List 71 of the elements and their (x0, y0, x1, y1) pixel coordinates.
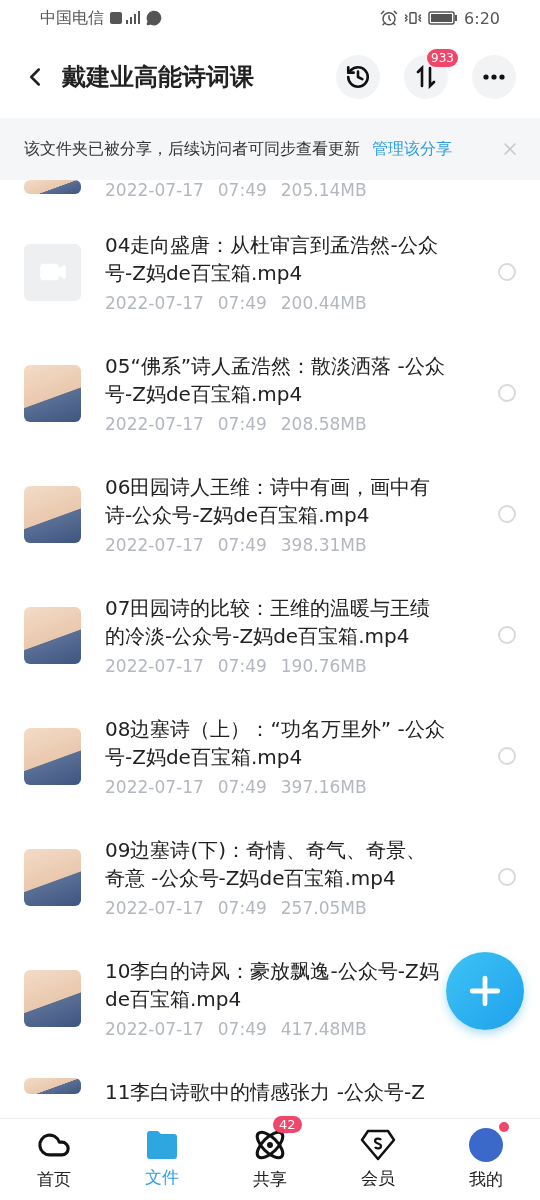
file-date: 2022-07-17 (105, 180, 204, 200)
tab-item[interactable]: 首页 (0, 1119, 108, 1200)
folder-icon (145, 1130, 179, 1160)
file-date: 2022-07-17 (105, 293, 204, 313)
file-time: 07:49 (217, 656, 267, 676)
tab-item[interactable]: 42 共享 (216, 1119, 324, 1200)
transfer-arrows-icon (414, 65, 438, 89)
file-date: 2022-07-17 (105, 1019, 204, 1039)
file-time: 07:49 (217, 293, 267, 313)
file-size: 398.31MB (280, 535, 367, 555)
select-radio[interactable] (498, 747, 516, 765)
select-radio[interactable] (498, 263, 516, 281)
avatar-icon (469, 1128, 503, 1162)
file-name[interactable]: 11李白诗歌中的情感张力 -公众号-Z (105, 1078, 445, 1106)
file-date: 2022-07-17 (105, 414, 204, 434)
photo-placeholder (24, 485, 81, 543)
photo-placeholder (24, 606, 81, 664)
file-time: 07:49 (217, 1019, 267, 1039)
battery-icon (428, 11, 459, 25)
atom-icon (253, 1128, 287, 1162)
file-name[interactable]: 09边塞诗(下)：奇情、奇气、奇景、奇意 -公众号-Z妈de百宝箱.mp4 (105, 836, 445, 892)
notification-badge: 933 (427, 49, 458, 67)
file-size: 208.58MB (280, 414, 367, 434)
photo-placeholder (24, 180, 81, 194)
photo-placeholder (24, 848, 81, 906)
file-time: 07:49 (217, 180, 267, 200)
count-badge: 42 (273, 1116, 302, 1133)
file-time: 07:49 (217, 535, 267, 555)
photo-placeholder (24, 969, 81, 1027)
photo-placeholder (24, 1078, 81, 1094)
file-date: 2022-07-17 (105, 898, 204, 918)
add-button[interactable] (446, 952, 524, 1030)
diamond-icon (360, 1129, 396, 1161)
more-icon (483, 74, 505, 80)
clock-time: 6:20 (464, 8, 500, 28)
file-size: 205.14MB (280, 180, 367, 200)
alarm-icon (380, 9, 399, 27)
file-name[interactable]: 06田园诗人王维：诗中有画，画中有诗-公众号-Z妈de百宝箱.mp4 (105, 473, 445, 529)
file-size: 397.16MB (280, 777, 367, 797)
file-date: 2022-07-17 (105, 777, 204, 797)
select-radio[interactable] (498, 868, 516, 886)
carrier-name: 中国电信 (40, 7, 104, 29)
history-button[interactable] (336, 55, 380, 99)
select-radio[interactable] (498, 626, 516, 644)
file-size: 190.76MB (280, 656, 367, 676)
history-icon (345, 64, 371, 90)
share-notice-text: 该文件夹已被分享，后续访问者可同步查看更新 (24, 138, 360, 160)
tab-item[interactable]: 会员 (324, 1119, 432, 1200)
file-date: 2022-07-17 (105, 656, 204, 676)
file-time: 07:49 (217, 414, 267, 434)
vibrate-icon (404, 9, 423, 27)
file-size: 200.44MB (280, 293, 367, 313)
file-date: 2022-07-17 (105, 535, 204, 555)
file-name[interactable]: 10李白的诗风：豪放飘逸-公众号-Z妈de百宝箱.mp4 (105, 957, 445, 1013)
tab-item[interactable]: 我的 (432, 1119, 540, 1200)
file-size: 257.05MB (280, 898, 367, 918)
file-name[interactable]: 05“佛系”诗人孟浩然：散淡洒落 -公众号-Z妈de百宝箱.mp4 (105, 352, 445, 408)
photo-placeholder (24, 727, 81, 785)
file-name[interactable]: 08边塞诗（上）：“功名万里外” -公众号-Z妈de百宝箱.mp4 (105, 715, 445, 771)
folder-title: 戴建业高能诗词课 (62, 62, 255, 93)
file-name[interactable]: 04走向盛唐：从杜审言到孟浩然-公众号-Z妈de百宝箱.mp4 (105, 231, 445, 287)
more-button[interactable] (472, 55, 516, 99)
signal-icon (110, 11, 140, 25)
chat-icon (146, 10, 162, 26)
file-time: 07:49 (217, 898, 267, 918)
file-size: 417.48MB (280, 1019, 367, 1039)
select-radio[interactable] (498, 505, 516, 523)
select-radio[interactable] (498, 384, 516, 402)
file-name[interactable]: 07田园诗的比较：王维的温暖与王绩的冷淡-公众号-Z妈de百宝箱.mp4 (105, 594, 445, 650)
photo-placeholder (24, 364, 81, 422)
file-time: 07:49 (217, 777, 267, 797)
